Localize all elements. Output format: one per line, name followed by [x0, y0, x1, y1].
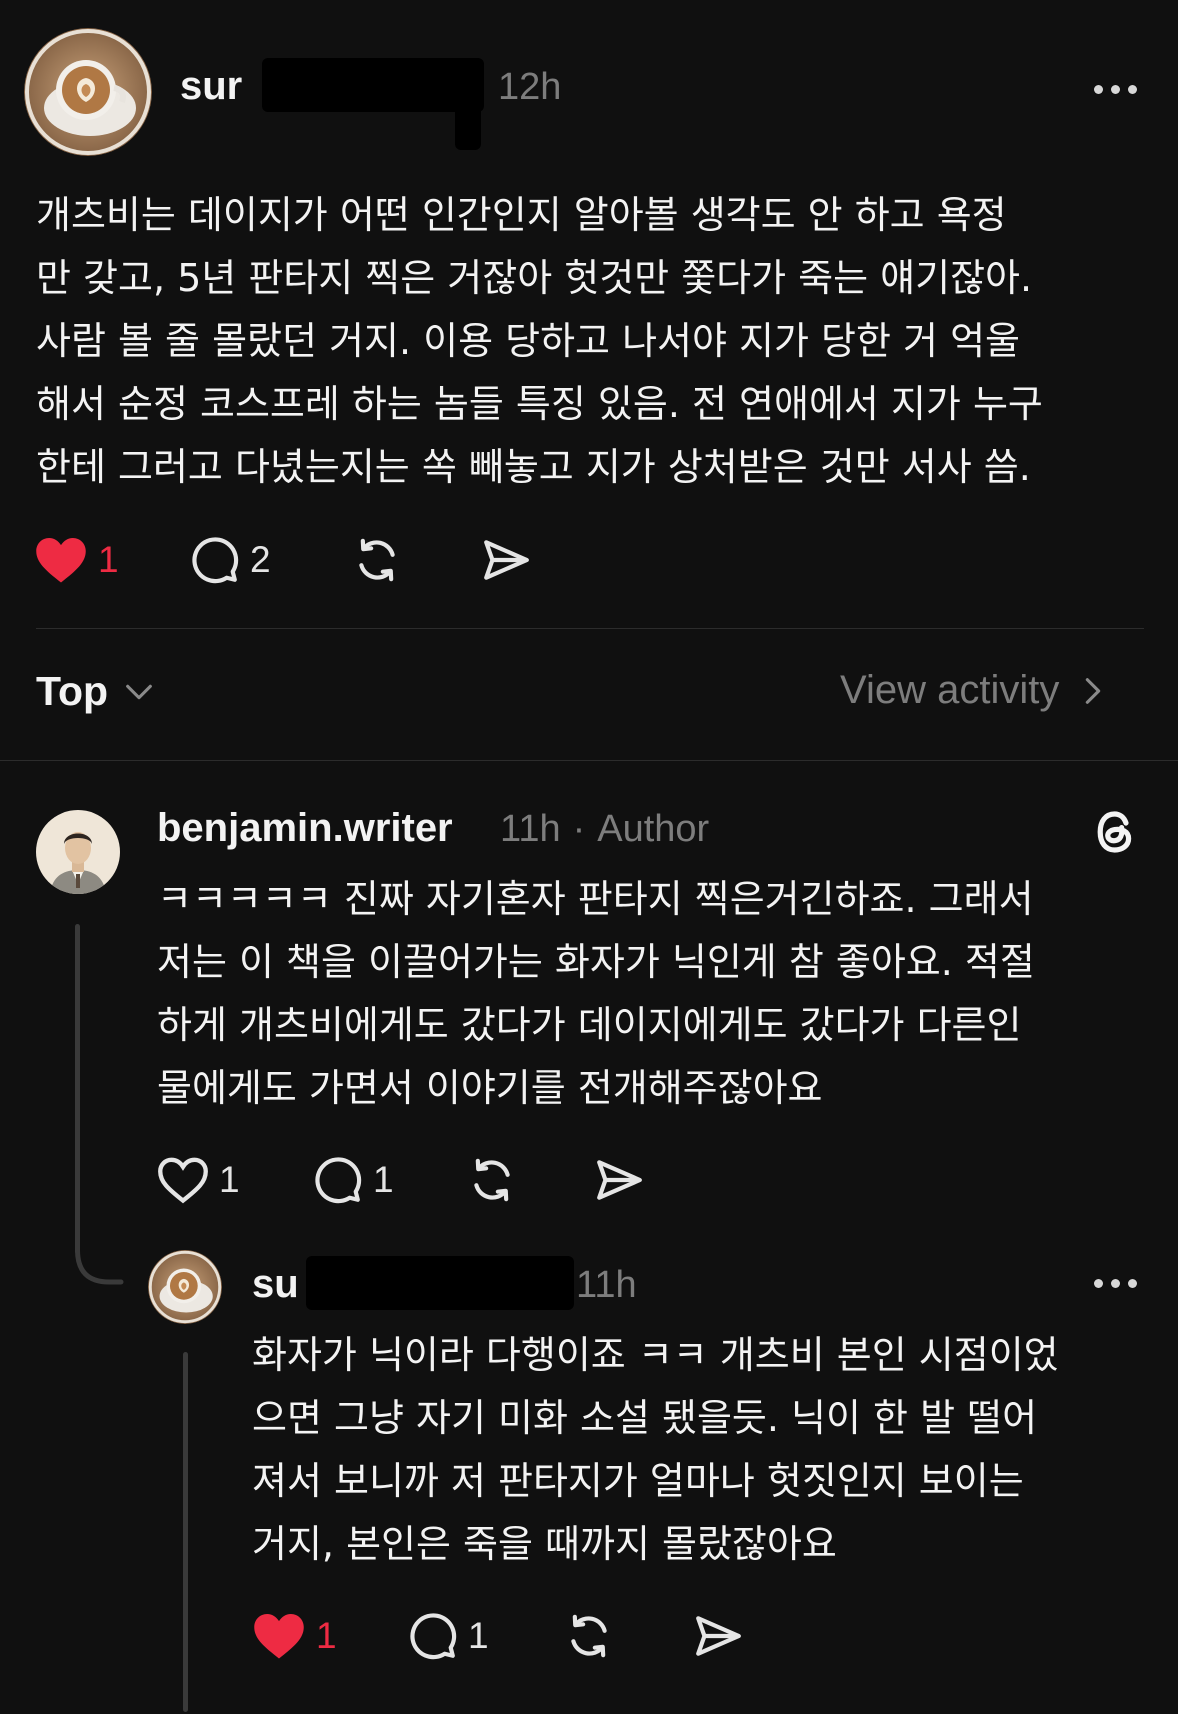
reply-actions: 1 1	[157, 1150, 657, 1210]
author-badge: Author	[597, 808, 710, 850]
comment-button[interactable]: 1	[408, 1606, 489, 1666]
share-button[interactable]	[692, 1606, 744, 1666]
sort-label: Top	[36, 668, 109, 714]
reply-text-line: 거지, 본인은 죽을 때까지 몰랐잖아요	[252, 1522, 837, 1566]
thread-line	[183, 1352, 188, 1712]
redaction-mark	[306, 1256, 574, 1310]
threads-logo-icon	[1097, 811, 1132, 853]
nested-reply-avatar[interactable]	[148, 1250, 222, 1324]
reply-username[interactable]: benjamin.writer	[157, 806, 453, 851]
like-button[interactable]: 1	[34, 530, 119, 590]
share-icon	[696, 1616, 741, 1656]
comment-icon	[192, 537, 239, 584]
nested-reply-username[interactable]: su	[252, 1262, 299, 1307]
reply-time: 11h	[500, 808, 561, 850]
repost-button[interactable]	[467, 1150, 517, 1210]
reply-body: ㅋㅋㅋㅋㅋ 진짜 자기혼자 판타지 찍은거긴하죠. 그래서 저는 이 책을 이끌…	[157, 868, 1035, 1120]
post-text-line: 해서 순정 코스프레 하는 놈들 특징 있음. 전 연애에서 지가 누구	[36, 382, 1043, 426]
divider	[0, 760, 1178, 761]
reply-text-line: 으면 그냥 자기 미화 소설 됐을듯. 닉이 한 발 떨어	[252, 1396, 1038, 1440]
comment-icon	[410, 1613, 457, 1660]
heart-icon	[254, 1613, 304, 1659]
reply-text-line: 져서 보니까 저 판타지가 얼마나 헛짓인지 보이는	[252, 1459, 1024, 1503]
thread-connector	[75, 1224, 124, 1285]
meta-separator: ·	[572, 808, 586, 850]
redaction-mark	[262, 58, 484, 112]
reply-count: 1	[373, 1159, 394, 1200]
share-button[interactable]	[593, 1150, 645, 1210]
like-count: 1	[219, 1159, 240, 1200]
reply-text-line: 물에게도 가면서 이야기를 전개해주잖아요	[157, 1066, 823, 1110]
redaction-mark	[455, 100, 481, 150]
chevron-right-icon	[1086, 677, 1101, 704]
like-button[interactable]: 1	[157, 1150, 240, 1210]
nested-reply-time: 11h	[576, 1264, 637, 1306]
comment-button[interactable]: 1	[313, 1150, 394, 1210]
reply-text-line: 저는 이 책을 이끌어가는 화자가 닉인게 참 좋아요. 적절	[157, 940, 1035, 984]
post-time: 12h	[498, 66, 562, 108]
heart-icon	[36, 537, 86, 583]
view-activity-link[interactable]: View activity	[840, 668, 1105, 713]
repost-icon	[359, 538, 395, 582]
repost-button[interactable]	[564, 1606, 614, 1666]
like-count: 1	[316, 1615, 337, 1656]
nested-reply-actions: 1 1	[252, 1606, 752, 1666]
view-activity-label: View activity	[840, 668, 1060, 712]
comment-icon	[315, 1157, 362, 1204]
post-avatar[interactable]	[24, 28, 152, 156]
post-body: 개츠비는 데이지가 어떤 인간인지 알아볼 생각도 안 하고 욕정 만 갖고, …	[36, 184, 1043, 499]
post-username[interactable]: sur	[180, 64, 242, 109]
nested-reply-body: 화자가 닉이라 다행이죠 ㅋㅋ 개츠비 본인 시점이었 으면 그냥 자기 미화 …	[252, 1324, 1059, 1576]
reply-text-line: ㅋㅋㅋㅋㅋ 진짜 자기혼자 판타지 찍은거긴하죠. 그래서	[157, 877, 1034, 921]
like-count: 1	[98, 539, 119, 580]
heart-icon	[158, 1157, 208, 1204]
repost-button[interactable]	[352, 530, 402, 590]
reply-text-line: 화자가 닉이라 다행이죠 ㅋㅋ 개츠비 본인 시점이었	[252, 1333, 1059, 1377]
reply-avatar[interactable]	[36, 810, 120, 894]
more-icon[interactable]	[1094, 85, 1137, 94]
like-button[interactable]: 1	[252, 1606, 337, 1666]
reply-count: 2	[250, 539, 271, 580]
post-text-line: 개츠비는 데이지가 어떤 인간인지 알아볼 생각도 안 하고 욕정	[36, 193, 1007, 237]
post-text-line: 한테 그러고 다녔는지는 쏙 빼놓고 지가 상처받은 것만 서사 씀.	[36, 445, 1031, 489]
more-icon[interactable]	[1094, 1279, 1137, 1288]
reply-count: 1	[468, 1615, 489, 1656]
thread-line	[75, 924, 80, 1254]
share-icon	[484, 540, 529, 580]
post-text-line: 사람 볼 줄 몰랐던 거지. 이용 당하고 나서야 지가 당한 거 억울	[36, 319, 1020, 363]
repost-icon	[571, 1614, 607, 1658]
chevron-down-icon	[126, 684, 152, 699]
post-text-line: 만 갖고, 5년 판타지 찍은 거잖아 헛것만 쫓다가 죽는 얘기잖아.	[36, 256, 1033, 300]
reply-text-line: 하게 개츠비에게도 갔다가 데이지에게도 갔다가 다른인	[157, 1003, 1022, 1047]
comment-button[interactable]: 2	[190, 530, 271, 590]
sort-dropdown[interactable]: Top	[36, 668, 156, 715]
share-icon	[597, 1160, 642, 1200]
divider	[36, 628, 1144, 629]
repost-icon	[474, 1158, 510, 1202]
post-actions: 1 2	[34, 530, 574, 590]
share-button[interactable]	[480, 530, 532, 590]
